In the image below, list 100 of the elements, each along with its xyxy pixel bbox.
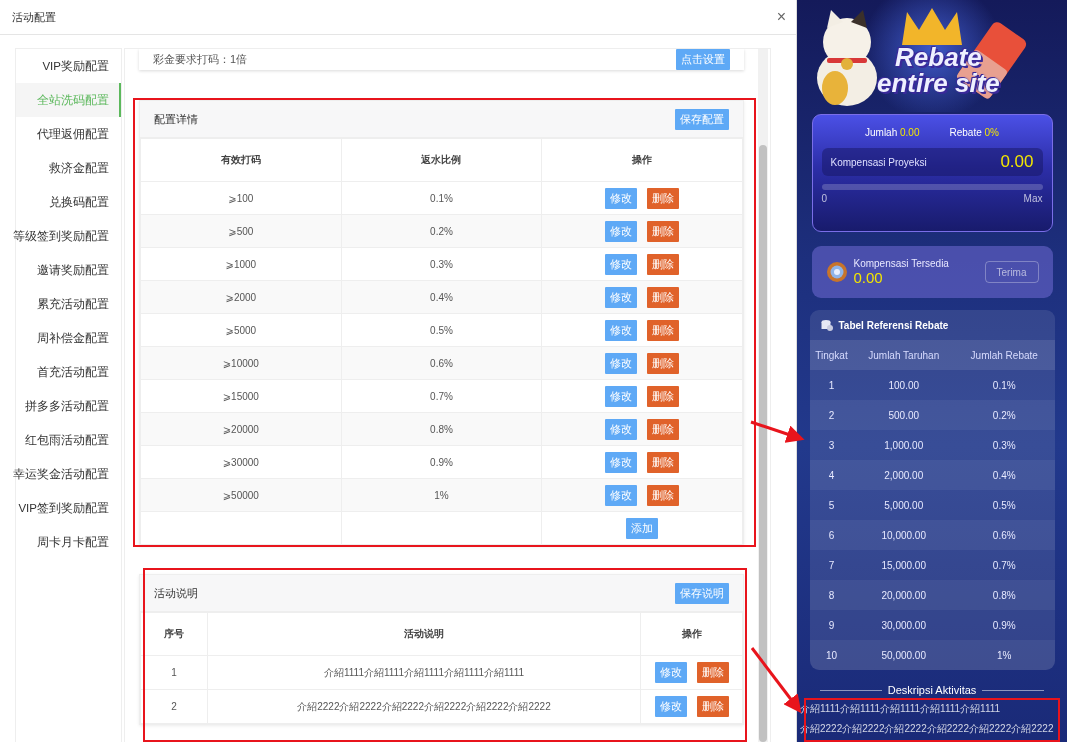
available-value: 0.00 bbox=[853, 269, 884, 286]
set-button[interactable]: 点击设置 bbox=[676, 49, 730, 70]
panel-title: 配置详情 bbox=[154, 111, 198, 127]
panel-title: 活动说明 bbox=[154, 585, 198, 601]
table-cell: 0.4% bbox=[954, 460, 1055, 490]
sidebar-item[interactable]: 全站洗码配置 bbox=[16, 83, 121, 117]
delete-button[interactable]: 删除 bbox=[647, 286, 680, 308]
column-header: 有效打码 bbox=[140, 138, 342, 182]
section-title: Deskripsi Aktivitas bbox=[887, 684, 977, 696]
table-cell: 0.4% bbox=[341, 280, 542, 314]
projection-label: Kompensasi Proyeksi bbox=[830, 156, 927, 168]
table-cell-text: 3 bbox=[827, 438, 836, 453]
table-cell: ⩾30000 bbox=[140, 445, 342, 479]
table-cell: 0.2% bbox=[341, 214, 542, 248]
edit-button[interactable]: 修改 bbox=[605, 484, 638, 506]
delete-button[interactable]: 删除 bbox=[647, 385, 680, 407]
edit-button[interactable]: 修改 bbox=[654, 662, 687, 683]
delete-button[interactable]: 删除 bbox=[647, 253, 680, 275]
sidebar-item[interactable]: 邀请奖励配置 bbox=[16, 253, 121, 287]
delete-button[interactable]: 删除 bbox=[647, 451, 680, 473]
table-cell: 0.3% bbox=[341, 247, 542, 281]
table-cell: 介紹1111介紹1111介紹1111介紹1111介紹1111 bbox=[207, 655, 641, 690]
sidebar-item[interactable]: 兑换码配置 bbox=[16, 185, 121, 219]
table-cell-text: 15,000.00 bbox=[880, 558, 927, 573]
table-cell: 6 bbox=[809, 520, 854, 550]
table-cell-text: 0.1% bbox=[991, 378, 1017, 393]
delete-button[interactable]: 删除 bbox=[696, 696, 729, 717]
sidebar-item[interactable]: 代理返佣配置 bbox=[16, 117, 121, 151]
edit-button[interactable]: 修改 bbox=[605, 352, 638, 374]
scrollbar[interactable] bbox=[758, 49, 768, 742]
table-cell: ⩾50000 bbox=[140, 478, 342, 512]
add-button[interactable]: 添加 bbox=[626, 517, 659, 539]
table-cell-text: 1,000.00 bbox=[883, 438, 925, 453]
column-header: Jumlah Rebate bbox=[954, 340, 1055, 370]
table-cell: 1% bbox=[341, 478, 542, 512]
edit-button[interactable]: 修改 bbox=[605, 187, 638, 209]
edit-button[interactable]: 修改 bbox=[605, 253, 638, 275]
table-cell: 0.6% bbox=[954, 520, 1055, 550]
table-cell: 0.7% bbox=[341, 379, 542, 413]
table-cell-text: 0.5% bbox=[991, 498, 1017, 513]
available-label: Kompensasi Tersedia bbox=[853, 258, 950, 269]
table-cell: ⩾100 bbox=[140, 181, 342, 215]
annotation-arrow bbox=[750, 420, 805, 443]
dialog-title: 活动配置 bbox=[12, 9, 56, 25]
table-cell: 0.6% bbox=[341, 346, 542, 380]
table-cell-text: 100.00 bbox=[887, 378, 921, 393]
edit-button[interactable]: 修改 bbox=[605, 220, 638, 242]
delete-button[interactable]: 删除 bbox=[647, 484, 680, 506]
table-cell: 1 bbox=[140, 655, 208, 690]
table-cell: 介紹2222介紹2222介紹2222介紹2222介紹2222介紹2222 bbox=[207, 689, 641, 724]
save-description-button[interactable]: 保存说明 bbox=[675, 582, 729, 604]
table-cell-text: 0.3% bbox=[991, 438, 1017, 453]
table-cell-text: 1 bbox=[827, 378, 836, 393]
edit-button[interactable]: 修改 bbox=[605, 319, 638, 341]
delete-button[interactable]: 删除 bbox=[647, 220, 680, 242]
amount-text: Jumlah 0.00 bbox=[865, 127, 920, 138]
column-header: 返水比例 bbox=[341, 138, 542, 182]
table-cell: 50,000.00 bbox=[853, 640, 954, 670]
sidebar-item[interactable]: VIP签到奖励配置 bbox=[16, 491, 121, 525]
table-cell: 10 bbox=[809, 640, 854, 670]
delete-button[interactable]: 删除 bbox=[647, 319, 680, 341]
column-header: Jumlah Taruhan bbox=[853, 340, 954, 370]
table-cell: ⩾15000 bbox=[140, 379, 342, 413]
sidebar-item[interactable]: 红包雨活动配置 bbox=[16, 423, 121, 457]
delete-button[interactable]: 删除 bbox=[647, 187, 680, 209]
sidebar-item[interactable]: 救济金配置 bbox=[16, 151, 121, 185]
sidebar-item[interactable]: 周卡月卡配置 bbox=[16, 525, 121, 559]
sidebar-item[interactable]: 首充活动配置 bbox=[16, 355, 121, 389]
projection-value: 0.00 bbox=[1000, 152, 1034, 172]
delete-button[interactable]: 删除 bbox=[647, 352, 680, 374]
edit-button[interactable]: 修改 bbox=[605, 286, 638, 308]
table-cell: 0.5% bbox=[341, 313, 542, 347]
column-header: 序号 bbox=[140, 612, 208, 656]
close-button[interactable]: × bbox=[776, 9, 786, 25]
column-header: 操作 bbox=[640, 612, 743, 656]
table-cell-text: 9 bbox=[827, 618, 836, 633]
column-header: 操作 bbox=[541, 138, 743, 182]
edit-button[interactable]: 修改 bbox=[654, 696, 687, 717]
table-cell-text: 5,000.00 bbox=[883, 498, 925, 513]
sidebar-item[interactable]: VIP奖励配置 bbox=[16, 49, 121, 83]
table-cell: ⩾500 bbox=[140, 214, 342, 248]
table-cell: 20,000.00 bbox=[853, 580, 954, 610]
edit-button[interactable]: 修改 bbox=[605, 451, 638, 473]
table-cell: 10,000.00 bbox=[853, 520, 954, 550]
table-cell: 8 bbox=[809, 580, 854, 610]
table-cell: 0.2% bbox=[954, 400, 1055, 430]
table-cell: 2 bbox=[809, 400, 854, 430]
save-config-button[interactable]: 保存配置 bbox=[675, 108, 729, 130]
table-cell: 2 bbox=[140, 689, 208, 724]
sidebar-item[interactable]: 周补偿金配置 bbox=[16, 321, 121, 355]
edit-button[interactable]: 修改 bbox=[605, 385, 638, 407]
delete-button[interactable]: 删除 bbox=[647, 418, 680, 440]
edit-button[interactable]: 修改 bbox=[605, 418, 638, 440]
delete-button[interactable]: 删除 bbox=[696, 662, 729, 683]
sidebar-item[interactable]: 累充活动配置 bbox=[16, 287, 121, 321]
table-cell: 0.9% bbox=[341, 445, 542, 479]
table-cell-text: 7 bbox=[827, 558, 836, 573]
sidebar-item[interactable]: 拼多多活动配置 bbox=[16, 389, 121, 423]
column-header: 活动说明 bbox=[207, 612, 641, 656]
table-cell-text: 5 bbox=[827, 498, 836, 513]
